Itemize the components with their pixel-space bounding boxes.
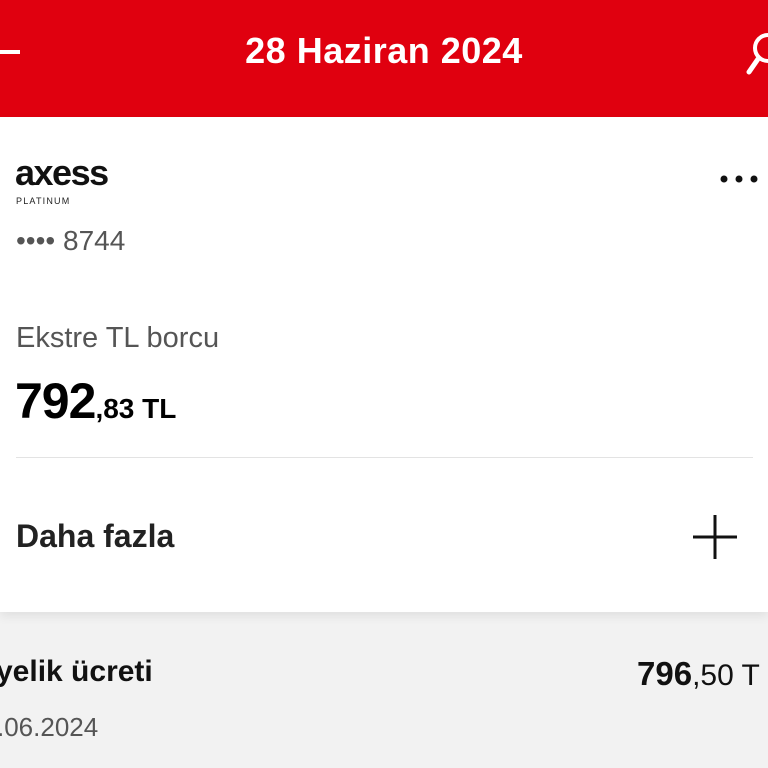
more-horizontal-icon[interactable] bbox=[718, 173, 760, 185]
transaction-amount-fraction: ,50 T bbox=[692, 659, 760, 692]
card-tier-label: PLATINUM bbox=[16, 196, 71, 206]
more-label: Daha fazla bbox=[16, 518, 175, 554]
statement-debt-amount: 792,83 TL bbox=[15, 372, 176, 430]
statement-debt-label: Ekstre TL borcu bbox=[16, 322, 220, 354]
card-brand-logo: axess bbox=[15, 152, 109, 193]
transaction-amount: 796,50 T bbox=[637, 655, 760, 693]
expand-more-row[interactable]: Daha fazla bbox=[0, 458, 768, 612]
transaction-date: .06.2024 bbox=[0, 712, 99, 742]
page-title: 28 Haziran 2024 bbox=[245, 30, 523, 71]
amount-fraction: ,83 TL bbox=[95, 393, 177, 424]
plus-icon[interactable] bbox=[693, 515, 737, 559]
transaction-amount-integer: 796 bbox=[637, 655, 693, 692]
masked-card-number: •••• 8744 bbox=[16, 225, 126, 256]
transaction-description: yelik ücreti bbox=[0, 655, 153, 688]
top-app-bar: 28 Haziran 2024 bbox=[0, 0, 768, 117]
transaction-row[interactable]: yelik ücreti .06.2024 796,50 T bbox=[0, 640, 768, 768]
search-icon[interactable] bbox=[746, 30, 768, 80]
amount-integer: 792 bbox=[15, 373, 96, 429]
credit-card-summary: axess PLATINUM •••• 8744 Ekstre TL borcu… bbox=[0, 117, 768, 612]
